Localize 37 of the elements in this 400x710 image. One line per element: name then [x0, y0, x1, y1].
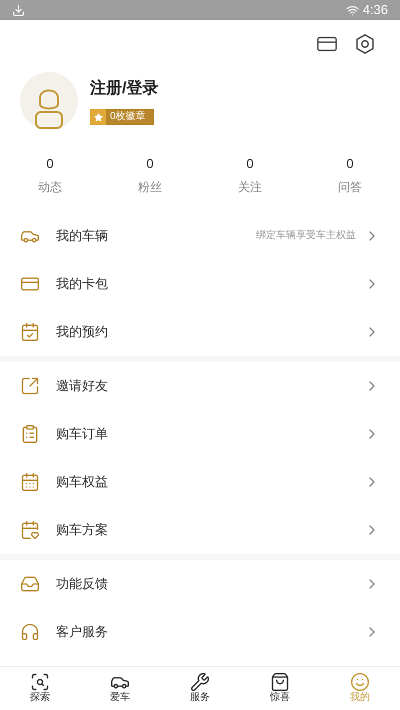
- calendar-heart-icon: [20, 520, 40, 540]
- stat-item[interactable]: 0 动态: [0, 154, 100, 196]
- menu-item[interactable]: 我的车辆 绑定车辆享受车主权益: [0, 212, 400, 260]
- inbox-icon: [20, 574, 40, 594]
- clipboard-icon: [20, 424, 40, 444]
- calendar-icon: [20, 472, 40, 492]
- search-icon: [30, 672, 50, 692]
- star-icon: [94, 112, 102, 122]
- share-icon: [20, 376, 40, 396]
- nav-tab[interactable]: 惊喜: [240, 667, 320, 710]
- menu-item[interactable]: 功能反馈: [0, 560, 400, 608]
- settings-button[interactable]: [354, 32, 376, 56]
- download-icon: [12, 4, 25, 16]
- menu-item[interactable]: 客户服务: [0, 608, 400, 656]
- menu-item[interactable]: 购车订单: [0, 410, 400, 458]
- smile-icon: [350, 672, 370, 692]
- stat-item[interactable]: 0 问答: [300, 154, 400, 196]
- nav-tab[interactable]: 爱车: [80, 667, 160, 710]
- badge-count: 0枚徽章: [90, 109, 154, 125]
- menu-item[interactable]: 购车权益: [0, 458, 400, 506]
- wifi-icon: [346, 4, 359, 16]
- menu-item[interactable]: 邀请好友: [0, 362, 400, 410]
- menu-item[interactable]: 购车方案: [0, 506, 400, 554]
- avatar: [20, 72, 78, 130]
- menu-hint: 绑定车辆享受车主权益: [256, 228, 356, 243]
- nav-tab[interactable]: 服务: [160, 667, 240, 710]
- shopping-bag-icon: [270, 672, 290, 692]
- menu-item[interactable]: 我的卡包: [0, 260, 400, 308]
- calendar-check-icon: [20, 322, 40, 342]
- login-link[interactable]: 注册/登录: [90, 77, 158, 101]
- wrench-icon: [190, 672, 210, 692]
- headphones-icon: [20, 622, 40, 642]
- menu-item[interactable]: 我的预约: [0, 308, 400, 356]
- stat-item[interactable]: 0 粉丝: [100, 154, 200, 196]
- stat-item[interactable]: 0 关注: [200, 154, 300, 196]
- nav-tab[interactable]: 探索: [0, 667, 80, 710]
- status-time: 4:36: [362, 1, 388, 20]
